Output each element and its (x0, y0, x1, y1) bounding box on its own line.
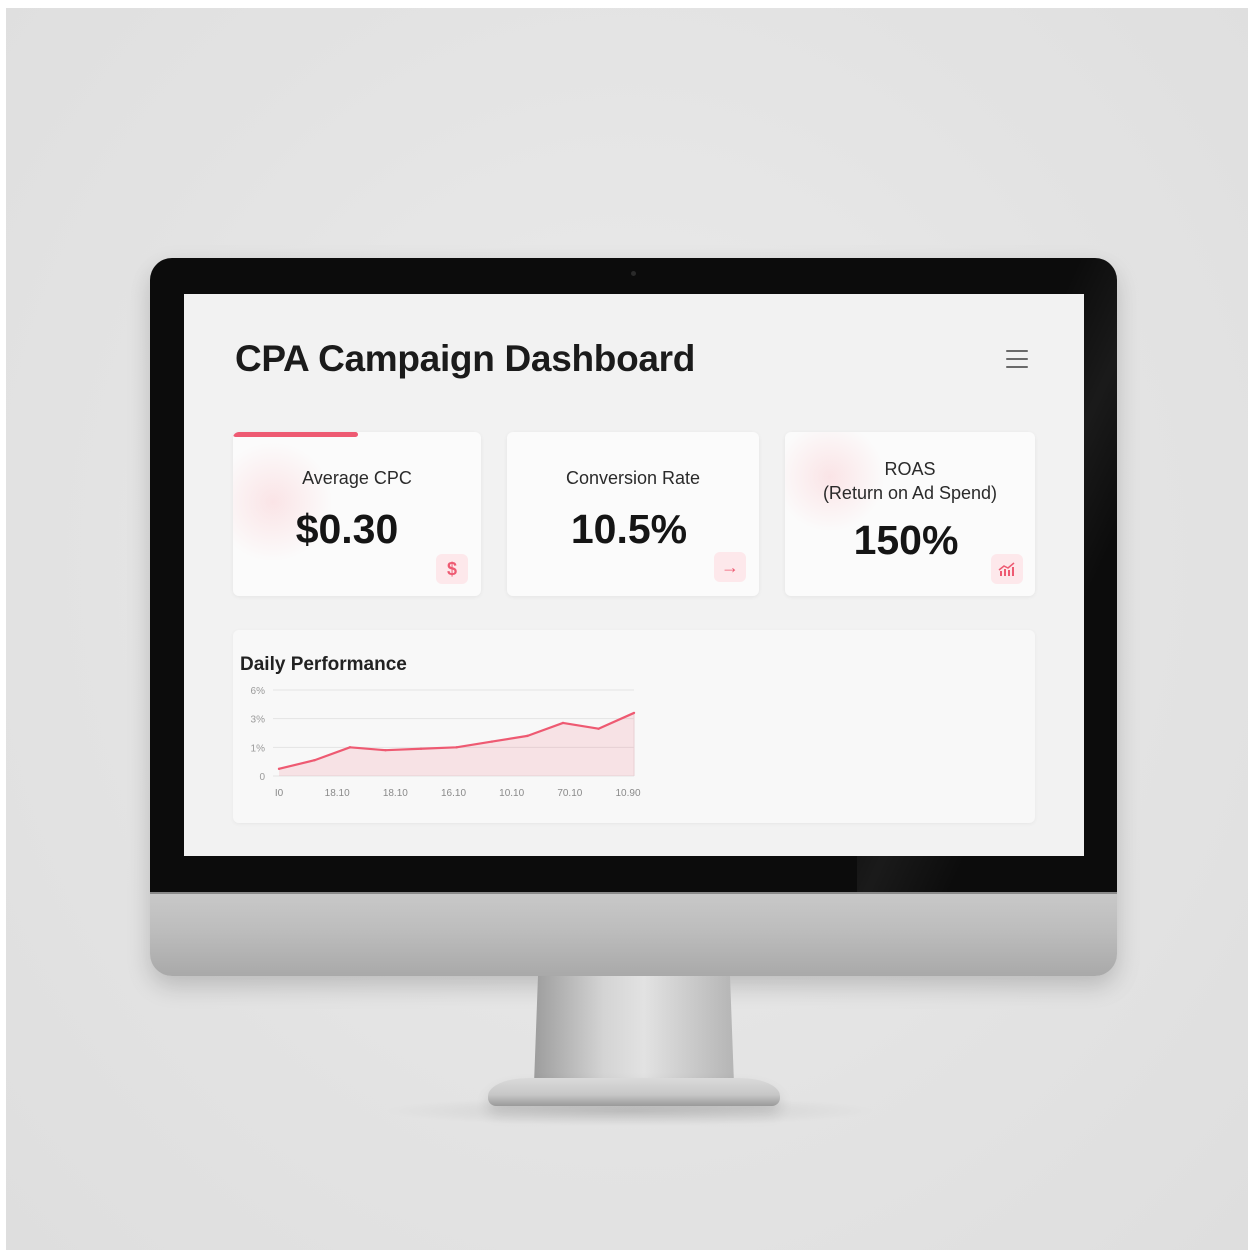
y-tick-label: 0 (259, 772, 265, 783)
page-title: CPA Campaign Dashboard (235, 338, 696, 379)
data-point (419, 747, 423, 750)
x-tick-label: 18.10 (325, 788, 350, 799)
bar-chart-trend-icon (991, 554, 1023, 584)
metric-card-average-cpc[interactable]: Average CPC $0.30 $ (233, 432, 481, 596)
x-tick-label: 70.10 (557, 788, 582, 799)
metric-label: ROAS (884, 459, 936, 479)
monitor-chin (150, 892, 1117, 976)
hamburger-menu-icon[interactable] (1006, 350, 1028, 368)
y-tick-label: 6% (251, 686, 266, 697)
dollar-icon: $ (436, 554, 468, 584)
data-point (632, 711, 636, 715)
data-point (348, 746, 352, 749)
x-tick-label: 18.10 (383, 788, 408, 799)
metric-label-sub: (Return on Ad Spend) (822, 483, 998, 503)
x-tick-label: I0 (275, 788, 284, 799)
x-tick-label: 16.10 (441, 788, 466, 799)
y-tick-label: 1% (251, 743, 266, 754)
data-point (597, 727, 600, 730)
data-point (526, 734, 529, 738)
x-tick-label: 10.90 (615, 788, 640, 799)
data-point (384, 749, 387, 752)
dashboard-screen: CPA Campaign Dashboard Average CPC $0.30… (184, 294, 1084, 856)
data-point (561, 721, 565, 725)
arrow-right-icon: → (714, 552, 746, 582)
monitor-stand-base (488, 1078, 780, 1106)
metric-value: $0.30 (295, 506, 399, 552)
metric-card-roas[interactable]: ROAS (Return on Ad Spend) 150% (785, 432, 1035, 596)
data-point (313, 759, 316, 762)
y-tick-label: 3% (251, 715, 266, 726)
data-point (455, 746, 458, 749)
series-area (279, 712, 634, 776)
metric-label: Conversion Rate (565, 468, 701, 488)
metric-card-conversion-rate[interactable]: Conversion Rate 10.5% → (507, 432, 759, 596)
data-point (277, 767, 281, 771)
x-tick-label: 10.10 (499, 788, 524, 799)
daily-performance-chart: 0 1% 3% 6% I0 18.10 18.10 16.10 10.10 70.10 10.90 (251, 686, 641, 799)
metric-label: Average CPC (302, 468, 412, 488)
daily-performance-panel: Daily Performance 0 1% 3% 6% I0 18.10 18.10 16.… (233, 630, 1035, 823)
data-point (490, 740, 494, 743)
monitor-stand-neck (534, 976, 734, 1084)
camera-icon (631, 271, 636, 276)
card-accent-bar (233, 432, 358, 437)
metric-value: 10.5% (570, 506, 688, 552)
